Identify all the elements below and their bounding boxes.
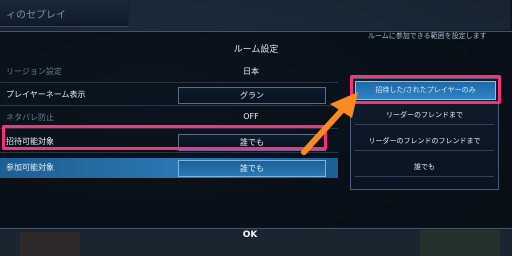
row-label: プレイヤーネーム表示 (6, 90, 86, 99)
dropdown-description: ルームに参加できる範囲を設定します (368, 32, 487, 40)
row-label: リージョン設定 (6, 67, 62, 76)
background-menu-button: ィのセプレイ (0, 0, 128, 27)
row-region: リージョン設定 日本 (0, 62, 338, 83)
ok-button[interactable]: OK (200, 230, 300, 240)
option-anyone[interactable]: 誰でも (355, 159, 494, 177)
pointer-arrow-icon (301, 92, 358, 155)
join-target-select[interactable]: 誰でも (178, 160, 326, 177)
highlight-frame-join-target (2, 125, 327, 150)
row-label: ネタバレ防止 (6, 113, 54, 122)
row-label: 参加可能対象 (6, 163, 54, 172)
panel-title: ルーム設定 (233, 45, 279, 55)
row-join-target[interactable]: 参加可能対象 誰でも (0, 158, 338, 178)
background-menu-label: ィのセプレイ (6, 10, 66, 21)
option-leader-friends[interactable]: リーダーのフレンドまで (355, 107, 494, 125)
region-value: 日本 (243, 67, 259, 76)
option-leader-friends-of-friends[interactable]: リーダーのフレンドのフレンドまで (355, 133, 494, 151)
row-player-name[interactable]: プレイヤーネーム表示 グラン (0, 85, 338, 106)
